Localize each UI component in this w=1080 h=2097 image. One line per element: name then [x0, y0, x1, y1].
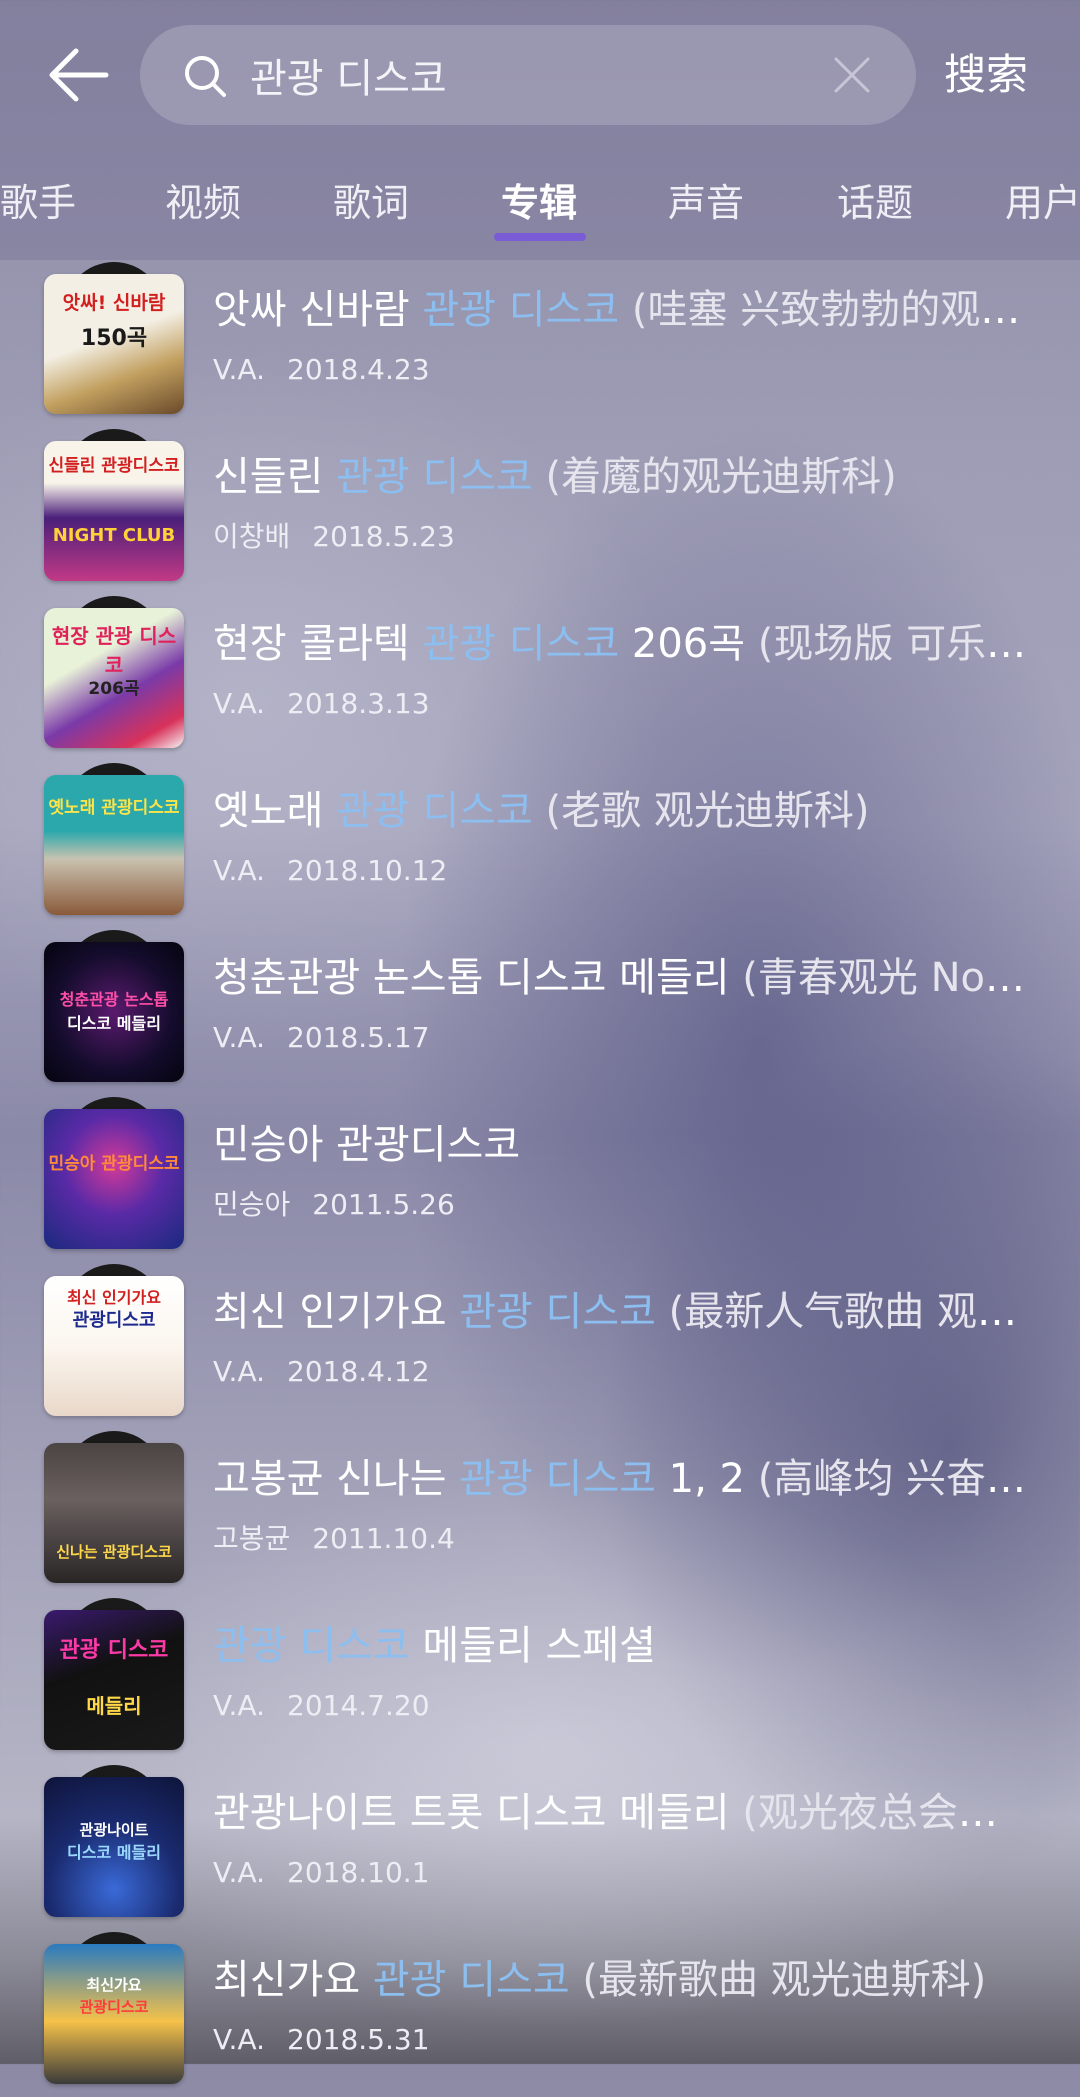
tab-user[interactable]: 用户: [1005, 170, 1080, 236]
clear-icon[interactable]: [832, 55, 872, 95]
album-item[interactable]: 현장 관광 디스코 206곡 현장 콜라텍 관광 디스코 206곡 (现场版 可…: [0, 594, 1080, 761]
album-meta: V.A. 2018.4.23: [213, 350, 430, 390]
album-cover: 청춘관광 논스톱 디스코 메들리: [44, 930, 184, 1082]
album-artist: 민승아: [213, 1188, 291, 1221]
category-tabs: 歌手 视频 歌词 专辑 声音 话题 用户: [0, 170, 1080, 260]
album-cover: 현장 관광 디스코 206곡: [44, 596, 184, 748]
album-cover-image: 관광나이트 디스코 메들리: [44, 1777, 184, 1917]
album-artist: 고봉균: [213, 1522, 291, 1555]
album-cover-image: 신들린 관광디스코 NIGHT CLUB: [44, 441, 184, 581]
album-date: 2018.4.12: [287, 1355, 430, 1388]
album-title: 관광 디스코 메들리 스페셜: [213, 1623, 656, 1669]
search-input[interactable]: [250, 25, 810, 125]
album-date: 2018.5.23: [312, 520, 455, 553]
album-meta: V.A. 2018.10.1: [213, 1853, 430, 1893]
album-artist: V.A.: [213, 1856, 266, 1889]
tab-lyrics[interactable]: 歌词: [333, 170, 409, 236]
album-cover: 옛노래 관광디스코: [44, 763, 184, 915]
album-cover-image: 청춘관광 논스톱 디스코 메들리: [44, 942, 184, 1082]
album-item[interactable]: 신들린 관광디스코 NIGHT CLUB 신들린 관광 디스코 (着魔的观光迪斯…: [0, 427, 1080, 594]
album-cover-image: 관광 디스코 메들리: [44, 1610, 184, 1750]
album-meta: V.A. 2018.4.12: [213, 1352, 430, 1392]
album-title: 신들린 관광 디스코 (着魔的观光迪斯科): [213, 454, 897, 500]
album-artist: V.A.: [213, 1021, 266, 1054]
album-artist: V.A.: [213, 1355, 266, 1388]
album-title: 최신 인기가요 관광 디스코 (最新人气歌曲 观光迪斯科): [213, 1289, 1033, 1335]
album-item[interactable]: 관광 디스코 메들리 관광 디스코 메들리 스페셜 V.A. 2014.7.20: [0, 1596, 1080, 1763]
album-date: 2018.5.17: [287, 1021, 430, 1054]
album-item[interactable]: 최신 인기가요 관광디스코 최신 인기가요 관광 디스코 (最新人气歌曲 观光迪…: [0, 1262, 1080, 1429]
album-item[interactable]: 청춘관광 논스톱 디스코 메들리 청춘관광 논스톱 디스코 메들리 (青春观光 …: [0, 928, 1080, 1095]
album-meta: V.A. 2018.3.13: [213, 684, 430, 724]
album-cover-image: 현장 관광 디스코 206곡: [44, 608, 184, 748]
album-meta: V.A. 2018.10.12: [213, 851, 447, 891]
album-date: 2018.5.31: [287, 2023, 430, 2056]
album-item[interactable]: 신나는 관광디스코 고봉균 신나는 관광 디스코 1, 2 (高峰均 兴奋的观光…: [0, 1429, 1080, 1596]
album-item[interactable]: 민승아 관광디스코 민승아 관광디스코 민승아 2011.5.26: [0, 1095, 1080, 1262]
search-button[interactable]: 搜索: [944, 40, 1028, 110]
album-cover: 관광나이트 디스코 메들리: [44, 1765, 184, 1917]
tab-singer[interactable]: 歌手: [0, 170, 76, 236]
album-title: 관광나이트 트롯 디스코 메들리 (观光夜总会迪斯科): [213, 1790, 1033, 1836]
album-cover: 최신가요 관광디스코: [44, 1932, 184, 2084]
album-artist: V.A.: [213, 687, 266, 720]
search-icon: [185, 56, 226, 97]
album-date: 2014.7.20: [287, 1689, 430, 1722]
album-meta: V.A. 2018.5.31: [213, 2020, 430, 2060]
tab-album[interactable]: 专辑: [501, 170, 577, 236]
album-artist: V.A.: [213, 1689, 266, 1722]
top-bar: 搜索 歌手 视频 歌词 专辑 声音 话题 用户: [0, 0, 1080, 260]
album-cover-image: 옛노래 관광디스코: [44, 775, 184, 915]
album-title: 옛노래 관광 디스코 (老歌 观光迪斯科): [213, 788, 870, 834]
album-cover: 민승아 관광디스코: [44, 1097, 184, 1249]
album-item[interactable]: 관광나이트 디스코 메들리 관광나이트 트롯 디스코 메들리 (观光夜总会迪斯科…: [0, 1763, 1080, 1930]
album-date: 2011.5.26: [312, 1188, 455, 1221]
tab-topic[interactable]: 话题: [837, 170, 913, 236]
album-cover-image: 앗싸! 신바람 150곡: [44, 274, 184, 414]
tab-sound[interactable]: 声音: [668, 170, 744, 236]
back-button[interactable]: [44, 40, 114, 110]
album-cover: 신나는 관광디스코: [44, 1431, 184, 1583]
search-box[interactable]: [140, 25, 916, 125]
album-title: 현장 콜라텍 관광 디스코 206곡 (现场版 可乐迪斯科): [213, 621, 1033, 667]
album-cover-image: 신나는 관광디스코: [44, 1443, 184, 1583]
album-artist: V.A.: [213, 353, 266, 386]
album-title: 민승아 관광디스코: [213, 1122, 521, 1168]
album-meta: 고봉균 2011.10.4: [213, 1519, 455, 1559]
album-item[interactable]: 앗싸! 신바람 150곡 앗싸 신바람 관광 디스코 (哇塞 兴致勃勃的观光迪斯…: [0, 260, 1080, 427]
album-artist: 이창배: [213, 520, 291, 553]
album-date: 2011.10.4: [312, 1522, 455, 1555]
album-meta: 민승아 2011.5.26: [213, 1185, 455, 1225]
album-date: 2018.4.23: [287, 353, 430, 386]
album-date: 2018.3.13: [287, 687, 430, 720]
album-cover-image: 최신가요 관광디스코: [44, 1944, 184, 2084]
album-title: 최신가요 관광 디스코 (最新歌曲 观光迪斯科): [213, 1957, 987, 2003]
album-date: 2018.10.12: [287, 854, 448, 887]
album-meta: 이창배 2018.5.23: [213, 517, 455, 557]
album-item[interactable]: 최신가요 관광디스코 최신가요 관광 디스코 (最新歌曲 观光迪斯科) V.A.…: [0, 1930, 1080, 2097]
album-artist: V.A.: [213, 2023, 266, 2056]
album-cover: 앗싸! 신바람 150곡: [44, 262, 184, 414]
album-cover: 관광 디스코 메들리: [44, 1598, 184, 1750]
album-meta: V.A. 2018.5.17: [213, 1018, 430, 1058]
album-title: 앗싸 신바람 관광 디스코 (哇塞 兴致勃勃的观光迪斯科): [213, 287, 1033, 333]
album-cover-image: 민승아 관광디스코: [44, 1109, 184, 1249]
active-tab-indicator: [494, 233, 586, 241]
album-item[interactable]: 옛노래 관광디스코 옛노래 관광 디스코 (老歌 观光迪斯科) V.A. 2018…: [0, 761, 1080, 928]
album-title: 고봉균 신나는 관광 디스코 1, 2 (高峰均 兴奋的观光迪斯科): [213, 1456, 1033, 1502]
album-meta: V.A. 2014.7.20: [213, 1686, 430, 1726]
album-cover: 최신 인기가요 관광디스코: [44, 1264, 184, 1416]
album-cover-image: 최신 인기가요 관광디스코: [44, 1276, 184, 1416]
album-date: 2018.10.1: [287, 1856, 430, 1889]
album-cover: 신들린 관광디스코 NIGHT CLUB: [44, 429, 184, 581]
tab-video[interactable]: 视频: [165, 170, 241, 236]
album-artist: V.A.: [213, 854, 266, 887]
album-title: 청춘관광 논스톱 디스코 메들리 (青春观光 Nonstop): [213, 955, 1033, 1001]
back-arrow-icon: [49, 48, 109, 102]
